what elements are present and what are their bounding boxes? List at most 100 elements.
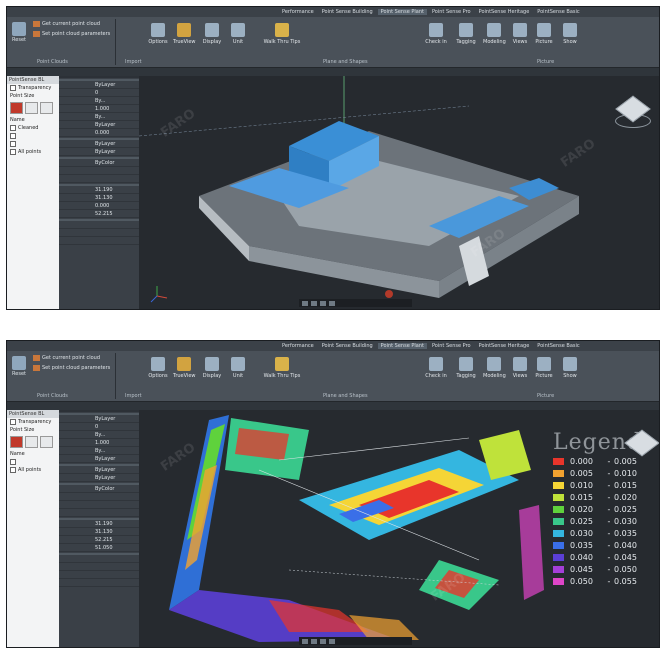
property-row[interactable]: ByLayer bbox=[59, 455, 139, 463]
walk-thru-button[interactable]: Walk Thru Tips bbox=[259, 21, 305, 55]
property-row[interactable]: ByLayer bbox=[59, 415, 139, 423]
show-button[interactable]: Show bbox=[559, 21, 581, 55]
modeling-button[interactable]: Modeling bbox=[483, 355, 506, 389]
property-row[interactable] bbox=[59, 493, 139, 501]
list-item[interactable] bbox=[7, 458, 59, 466]
modeling-button[interactable]: Modeling bbox=[483, 21, 506, 55]
list-item[interactable] bbox=[7, 132, 59, 140]
property-row[interactable]: 31.190 bbox=[59, 520, 139, 528]
property-row[interactable]: ByColor bbox=[59, 485, 139, 493]
menu-pointsense-basic[interactable]: PointSense Basic bbox=[534, 9, 582, 15]
point-size-medium-button[interactable] bbox=[25, 102, 38, 114]
property-row[interactable]: ByLayer bbox=[59, 474, 139, 482]
check-in-button[interactable]: Check in bbox=[425, 21, 447, 55]
menu-pointsense-basic[interactable]: PointSense Basic bbox=[534, 343, 582, 349]
view-icon[interactable] bbox=[329, 638, 335, 644]
property-row[interactable] bbox=[59, 221, 139, 229]
check-in-button[interactable]: Check in bbox=[425, 355, 447, 389]
picture-button[interactable]: Picture bbox=[533, 355, 555, 389]
trueview-button[interactable]: TrueView bbox=[173, 355, 196, 389]
menu-pointsense-heritage[interactable]: PointSense Heritage bbox=[476, 343, 533, 349]
tagging-button[interactable]: Tagging bbox=[455, 21, 477, 55]
point-size-large-button[interactable] bbox=[40, 102, 53, 114]
property-row[interactable]: 51.050 bbox=[59, 544, 139, 552]
property-row[interactable]: ByColor bbox=[59, 159, 139, 167]
property-row[interactable]: 0 bbox=[59, 89, 139, 97]
display-button[interactable]: Display bbox=[201, 355, 223, 389]
set-parameters-button[interactable]: Set point cloud parameters bbox=[33, 31, 110, 37]
property-row[interactable]: By... bbox=[59, 431, 139, 439]
property-row[interactable]: ByLayer bbox=[59, 81, 139, 89]
reset-button[interactable]: Reset bbox=[9, 353, 29, 387]
orbit-icon[interactable] bbox=[320, 300, 326, 306]
trueview-button[interactable]: TrueView bbox=[173, 21, 196, 55]
point-size-medium-button[interactable] bbox=[25, 436, 38, 448]
property-row[interactable]: 0.000 bbox=[59, 202, 139, 210]
menu-performance[interactable]: Performance bbox=[279, 343, 317, 349]
show-button[interactable]: Show bbox=[559, 355, 581, 389]
view-icon[interactable] bbox=[329, 300, 335, 306]
get-point-cloud-button[interactable]: Get current point cloud bbox=[33, 21, 100, 27]
picture-button[interactable]: Picture bbox=[533, 21, 555, 55]
property-row[interactable]: 0 bbox=[59, 423, 139, 431]
property-row[interactable] bbox=[59, 175, 139, 183]
unit-button[interactable]: Unit bbox=[227, 355, 249, 389]
property-row[interactable]: 1.000 bbox=[59, 105, 139, 113]
property-row[interactable]: 31.130 bbox=[59, 528, 139, 536]
transparency-toggle[interactable]: Transparency bbox=[7, 418, 59, 426]
property-row[interactable] bbox=[59, 501, 139, 509]
point-size-small-button[interactable] bbox=[10, 436, 23, 448]
unit-button[interactable]: Unit bbox=[227, 21, 249, 55]
get-point-cloud-button[interactable]: Get current point cloud bbox=[33, 355, 100, 361]
zoom-icon[interactable] bbox=[311, 638, 317, 644]
property-row[interactable] bbox=[59, 229, 139, 237]
menu-pointsense-plant[interactable]: Point Sense Plant bbox=[377, 9, 427, 15]
list-item[interactable]: All points bbox=[7, 466, 59, 474]
transparency-toggle[interactable]: Transparency bbox=[7, 84, 59, 92]
property-row[interactable] bbox=[59, 563, 139, 571]
property-row[interactable] bbox=[59, 509, 139, 517]
menu-pointsense-pro[interactable]: Point Sense Pro bbox=[429, 343, 474, 349]
property-row[interactable]: ByLayer bbox=[59, 121, 139, 129]
3d-viewport[interactable]: Legend 0.000-0.005 0.005-0.010 0.010-0.0… bbox=[139, 410, 659, 647]
property-row[interactable] bbox=[59, 167, 139, 175]
menu-pointsense-building[interactable]: Point Sense Building bbox=[319, 343, 376, 349]
property-row[interactable]: By... bbox=[59, 113, 139, 121]
options-button[interactable]: Options bbox=[147, 355, 169, 389]
list-item[interactable] bbox=[7, 140, 59, 148]
property-row[interactable]: 1.000 bbox=[59, 439, 139, 447]
pan-icon[interactable] bbox=[302, 638, 308, 644]
menu-performance[interactable]: Performance bbox=[279, 9, 317, 15]
reset-button[interactable]: Reset bbox=[9, 19, 29, 53]
options-button[interactable]: Options bbox=[147, 21, 169, 55]
menu-pointsense-building[interactable]: Point Sense Building bbox=[319, 9, 376, 15]
property-row[interactable]: ByLayer bbox=[59, 140, 139, 148]
3d-viewport[interactable]: FARO FARO FARO bbox=[139, 76, 659, 309]
menu-pointsense-plant[interactable]: Point Sense Plant bbox=[377, 343, 427, 349]
point-size-large-button[interactable] bbox=[40, 436, 53, 448]
tagging-button[interactable]: Tagging bbox=[455, 355, 477, 389]
point-size-small-button[interactable] bbox=[10, 102, 23, 114]
views-button[interactable]: Views bbox=[509, 21, 531, 55]
property-row[interactable]: 52.215 bbox=[59, 210, 139, 218]
property-row[interactable]: 0.000 bbox=[59, 129, 139, 137]
property-row[interactable] bbox=[59, 579, 139, 587]
property-row[interactable]: ByLayer bbox=[59, 466, 139, 474]
property-row[interactable]: ByLayer bbox=[59, 148, 139, 156]
property-row[interactable]: 31.190 bbox=[59, 186, 139, 194]
views-button[interactable]: Views bbox=[509, 355, 531, 389]
list-item[interactable]: All points bbox=[7, 148, 59, 156]
set-parameters-button[interactable]: Set point cloud parameters bbox=[33, 365, 110, 371]
property-row[interactable] bbox=[59, 571, 139, 579]
property-row[interactable] bbox=[59, 555, 139, 563]
pan-icon[interactable] bbox=[302, 300, 308, 306]
menu-pointsense-heritage[interactable]: PointSense Heritage bbox=[476, 9, 533, 15]
zoom-icon[interactable] bbox=[311, 300, 317, 306]
property-row[interactable]: By... bbox=[59, 97, 139, 105]
list-item[interactable]: Cleaned bbox=[7, 124, 59, 132]
property-row[interactable]: 52.215 bbox=[59, 536, 139, 544]
menu-pointsense-pro[interactable]: Point Sense Pro bbox=[429, 9, 474, 15]
property-row[interactable]: 31.130 bbox=[59, 194, 139, 202]
property-row[interactable]: By... bbox=[59, 447, 139, 455]
display-button[interactable]: Display bbox=[201, 21, 223, 55]
